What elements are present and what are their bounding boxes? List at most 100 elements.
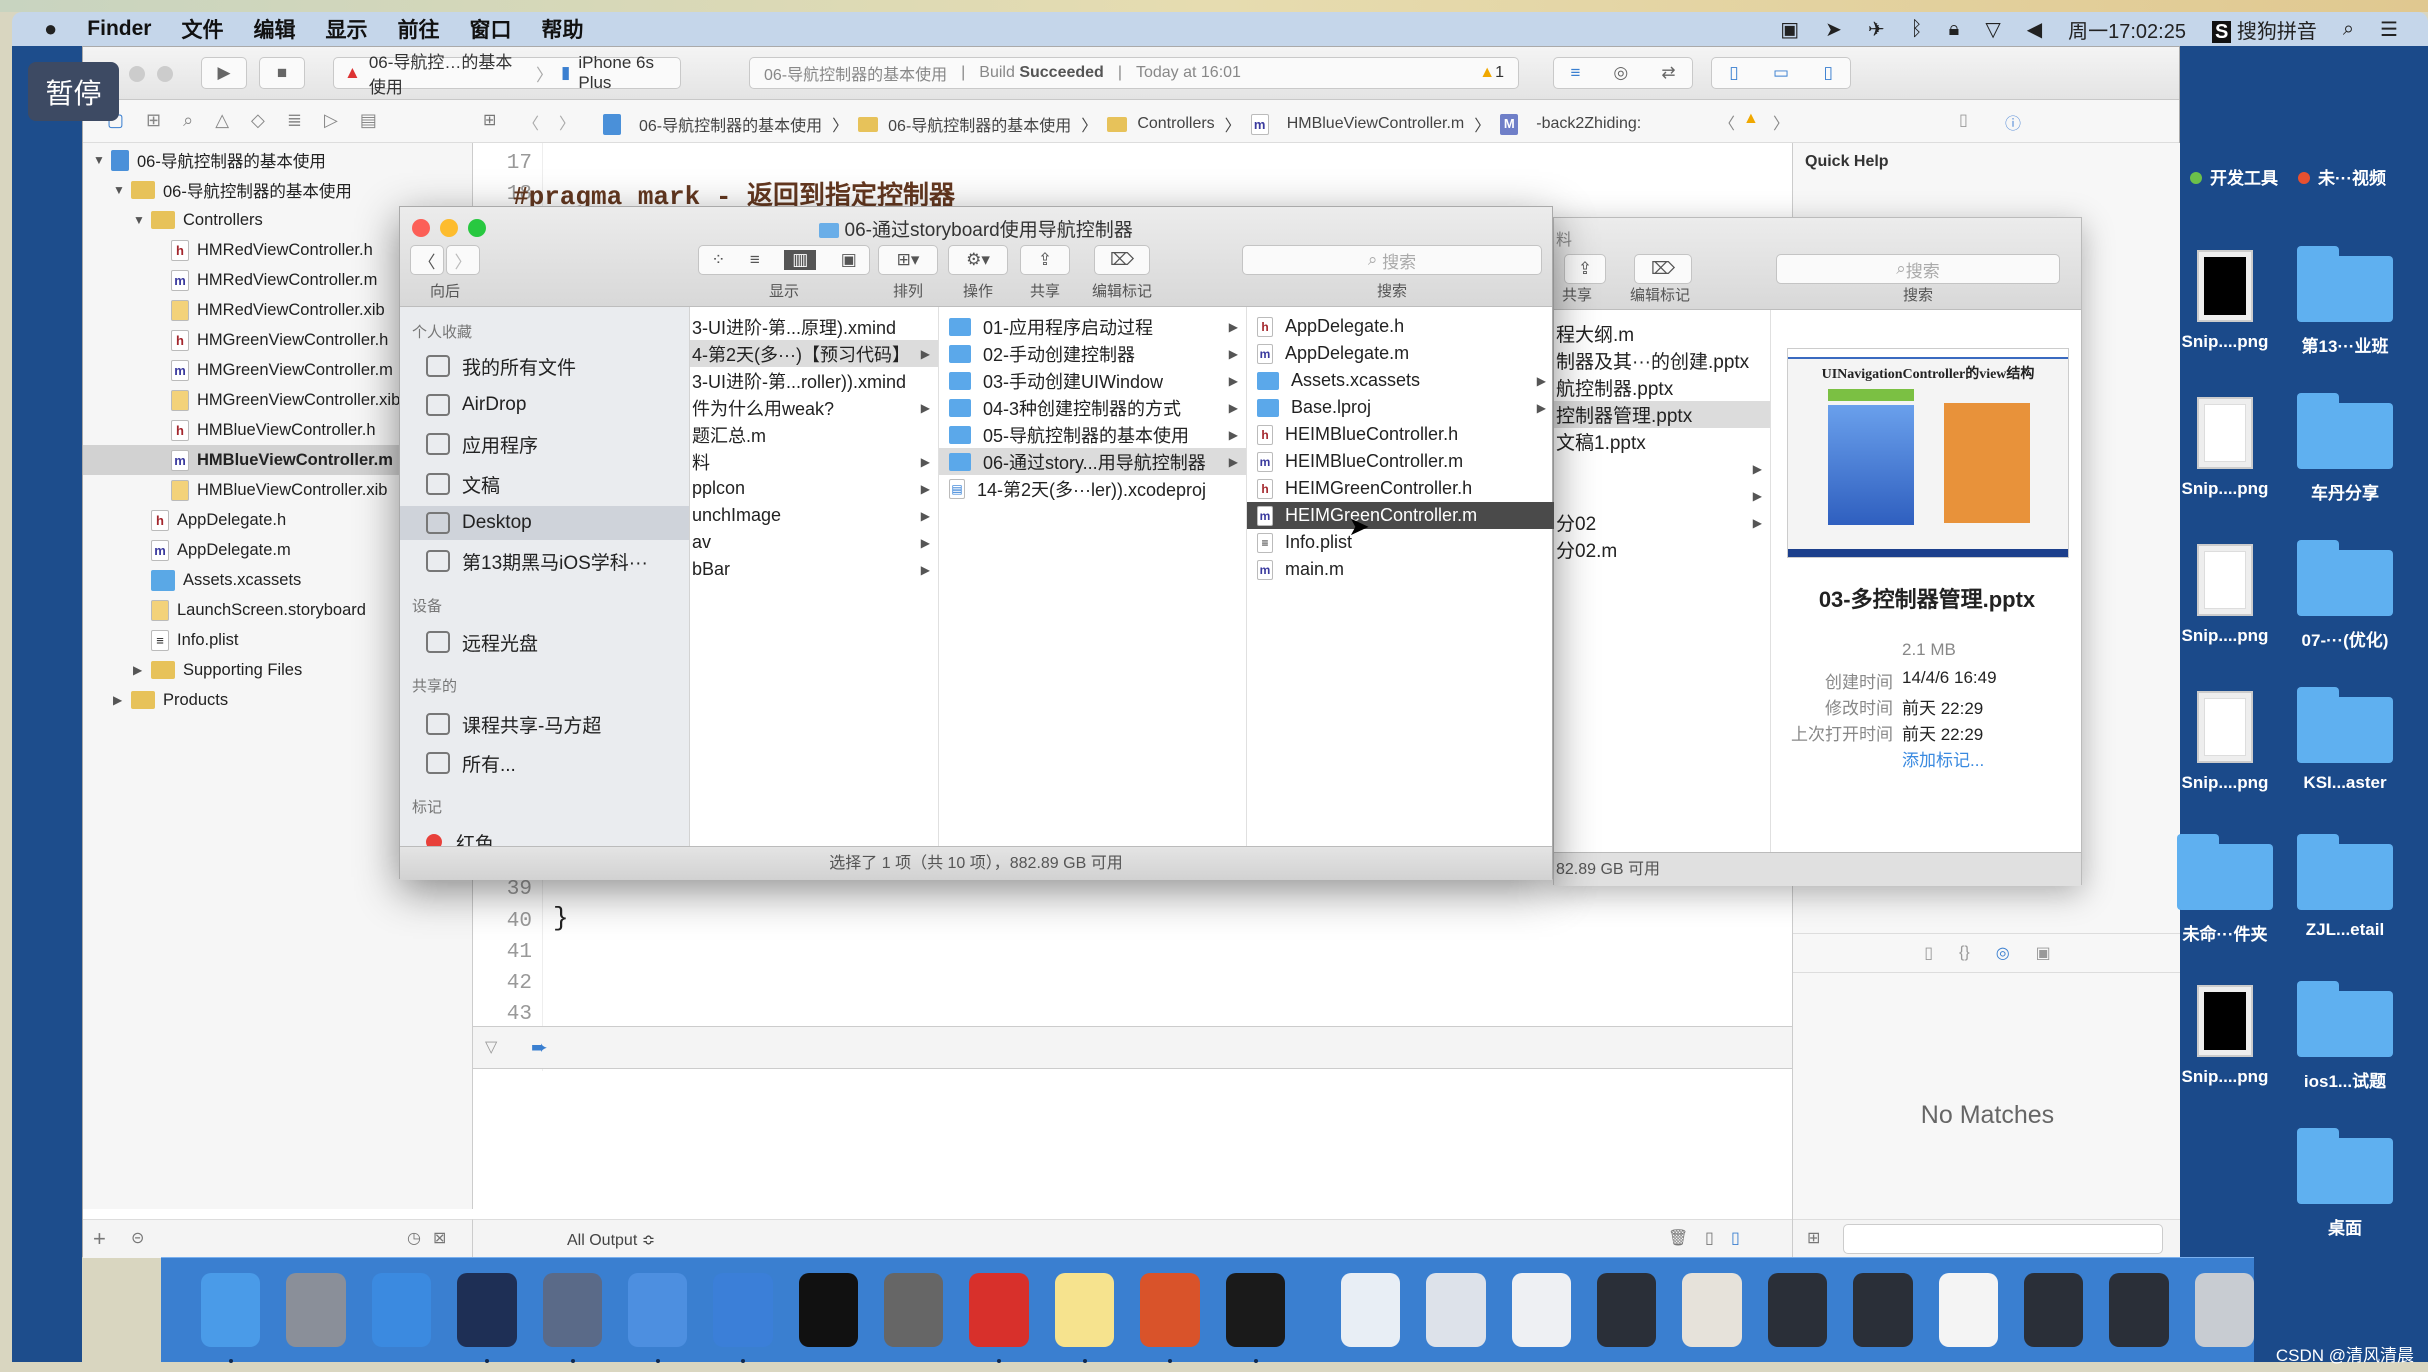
trash-icon[interactable]: 🗑︎ (1668, 1228, 1688, 1248)
wifi-icon[interactable]: ▽ (1985, 17, 2000, 42)
sidebar-item[interactable]: Desktop (400, 506, 689, 540)
file-row[interactable]: 04-3种创建控制器的方式 ▶ (939, 394, 1246, 421)
panel-toggle-control[interactable]: ▯ ▭ ▯ (1711, 57, 1851, 89)
editor-mode-control[interactable]: ≡ ◎ ⇄ (1553, 57, 1693, 89)
column-view-icon[interactable]: ▥ (784, 250, 817, 270)
file-row[interactable]: av ▶ (690, 529, 938, 556)
share-button[interactable]: ⇪ (1564, 254, 1606, 284)
window-thumb-icon[interactable] (1426, 1273, 1486, 1347)
grid-view-icon[interactable]: ⊞ (1807, 1228, 1820, 1248)
input-method[interactable]: S 搜狗拼音 (2211, 15, 2317, 44)
sidebar-item[interactable]: 课程共享-马方超 (400, 707, 689, 741)
menu-edit[interactable]: 编辑 (253, 14, 295, 44)
back-button[interactable]: 〈 (410, 245, 444, 275)
sidebar-item[interactable]: 文稿 (400, 467, 689, 501)
desktop-icon[interactable]: Snip....png (2170, 226, 2280, 352)
prev-issue-button[interactable]: 〈 (1719, 110, 1735, 134)
window-thumb-icon[interactable] (1682, 1273, 1742, 1347)
navigator-item[interactable]: ▼ 06-导航控制器的基本使用 (83, 175, 473, 205)
desktop-icon[interactable]: 车丹分享 (2290, 373, 2400, 504)
warning-icon[interactable]: ▲ (1743, 110, 1759, 128)
run-button[interactable]: ▶ (201, 57, 247, 89)
media-library-icon[interactable]: ▣ (2036, 943, 2051, 963)
file-row[interactable]: Base.lproj ▶ (1247, 394, 1554, 421)
file-inspector-icon[interactable]: ▯ (1959, 110, 1968, 130)
file-row[interactable]: 程大纲.m (1554, 320, 1770, 347)
edit-tags-button[interactable]: ⌦ (1634, 254, 1692, 284)
file-row[interactable]: ▤ 14-第2天(多···ler)).xcodeproj (939, 475, 1246, 502)
view-mode-control[interactable]: ⁘ ≡ ▥ ▣ (698, 245, 870, 275)
menu-go[interactable]: 前往 (397, 14, 439, 44)
scm-filter-icon[interactable]: ⊠ (433, 1228, 446, 1248)
back-button[interactable]: 〈 (523, 110, 539, 134)
file-row[interactable]: 分02 ▶ (1554, 509, 1770, 536)
disclosure-open-icon[interactable]: ▼ (93, 153, 107, 167)
breakpoints-toggle-icon[interactable]: ➨ (531, 1035, 548, 1060)
file-row[interactable]: 航控制器.pptx (1554, 374, 1770, 401)
apple-menu-icon[interactable]: ● (44, 16, 57, 42)
pause-overlay-button[interactable]: 暂停 (28, 62, 119, 121)
cover-flow-icon[interactable]: ▣ (841, 250, 857, 270)
quick-help-icon[interactable]: ⓘ (2005, 110, 2021, 134)
file-row[interactable]: 制器及其···的创建.pptx (1554, 347, 1770, 374)
menu-view[interactable]: 显示 (325, 14, 367, 44)
airplane-icon[interactable]: ✈ (1868, 17, 1885, 42)
file-row[interactable]: 03-手动创建UIWindow ▶ (939, 367, 1246, 394)
file-row[interactable]: 料 ▶ (690, 448, 938, 475)
lock-icon[interactable]: 🔒︎ (1949, 18, 1960, 41)
window-thumb-icon[interactable] (1597, 1273, 1657, 1347)
debug-toggle-icon[interactable]: ▭ (1773, 63, 1789, 83)
xmind-icon[interactable] (969, 1273, 1029, 1363)
desktop-icon[interactable]: ZJL...etail (2290, 814, 2400, 940)
file-row[interactable]: 05-导航控制器的基本使用 ▶ (939, 421, 1246, 448)
recent-files-icon[interactable]: ◷ (407, 1228, 421, 1248)
desktop-tag[interactable]: 未···视频 (2298, 164, 2386, 189)
breadcrumb-item[interactable]: HMBlueViewController.m (1287, 115, 1465, 133)
instruments-icon[interactable] (713, 1273, 773, 1363)
file-row[interactable]: m main.m (1247, 556, 1554, 583)
close-light[interactable] (129, 66, 145, 82)
launchpad-icon[interactable] (286, 1273, 346, 1347)
add-tags-link[interactable]: 添加标记... (1902, 746, 1984, 771)
sidebar-item[interactable]: 应用程序 (400, 427, 689, 461)
file-row[interactable]: 题汇总.m (690, 421, 938, 448)
sidebar-item[interactable]: AirDrop (400, 388, 689, 422)
disclosure-open-icon[interactable]: ▼ (113, 183, 127, 197)
window-thumb-icon[interactable] (1853, 1273, 1913, 1347)
symbol-navigator-icon[interactable]: ⊞ (146, 110, 161, 131)
desktop-icon[interactable]: Snip....png (2170, 667, 2280, 793)
utilities-toggle-icon[interactable]: ▯ (1823, 63, 1832, 83)
menu-clock[interactable]: 周一17:02:25 (2068, 15, 2186, 44)
file-row[interactable]: ≡ Info.plist (1247, 529, 1554, 556)
share-button[interactable]: ⇪ (1020, 245, 1070, 275)
output-filter-select[interactable]: All Output ≎ (567, 1230, 655, 1250)
file-row[interactable]: 3-UI进阶-第...roller)).xmind (690, 367, 938, 394)
file-row[interactable]: m AppDelegate.m (1247, 340, 1554, 367)
navigator-toggle-icon[interactable]: ▯ (1729, 63, 1738, 83)
stop-button[interactable]: ■ (259, 57, 305, 89)
screen-record-icon[interactable]: ▣ (1780, 17, 1799, 42)
report-navigator-icon[interactable]: ▤ (360, 110, 377, 131)
file-row[interactable]: m HEIMGreenController.m (1247, 502, 1554, 529)
breadcrumb-item[interactable]: 06-导航控制器的基本使用 (888, 112, 1071, 136)
breadcrumb-item[interactable]: 06-导航控制器的基本使用 (639, 112, 822, 136)
console-icon[interactable] (1225, 1273, 1285, 1363)
desktop-icon[interactable]: 第13···业班 (2290, 226, 2400, 357)
minimize-light[interactable] (157, 66, 173, 82)
terminal-icon[interactable] (798, 1273, 858, 1347)
xcode-icon[interactable] (627, 1273, 688, 1363)
trash-icon[interactable] (2194, 1273, 2254, 1347)
version-editor-icon[interactable]: ⇄ (1661, 63, 1675, 83)
standard-editor-icon[interactable]: ≡ (1570, 63, 1580, 83)
menu-file[interactable]: 文件 (181, 14, 223, 44)
file-row[interactable]: 文稿1.pptx (1554, 428, 1770, 455)
menu-window[interactable]: 窗口 (469, 14, 511, 44)
sidebar-item[interactable]: 远程光盘 (400, 625, 689, 659)
next-issue-button[interactable]: 〉 (1773, 110, 1789, 134)
scheme-selector[interactable]: ▲ 06-导航控…的基本使用 〉 ▮ iPhone 6s Plus (333, 53, 681, 97)
filter-icon[interactable]: ⊝ (131, 1228, 144, 1248)
powerpoint-icon[interactable] (1140, 1273, 1200, 1363)
location-icon[interactable]: ➤ (1825, 17, 1842, 42)
file-row[interactable]: ▶ (1554, 455, 1770, 482)
file-row[interactable]: h HEIMBlueController.h (1247, 421, 1554, 448)
